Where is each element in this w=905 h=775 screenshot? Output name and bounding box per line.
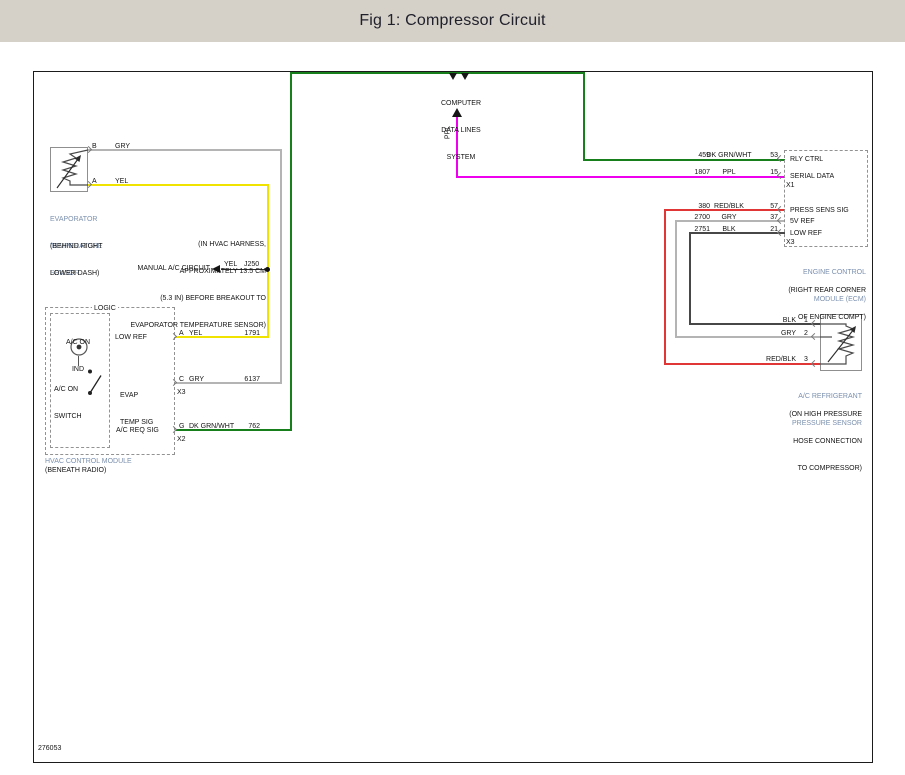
off-page-connector-down-icon	[449, 73, 457, 80]
wire-color-label: YEL	[115, 177, 128, 186]
connector-label: X2	[177, 435, 186, 444]
wire-dk-grn-wht-left-drop	[290, 72, 292, 431]
wire-color-label: RED/BLK	[704, 202, 754, 211]
figure-title: Fig 1: Compressor Circuit	[359, 12, 545, 30]
wire-gry-drop	[280, 149, 282, 384]
circuit-number: 380	[660, 202, 710, 211]
circuit-number: 762	[218, 422, 260, 431]
figure-code: 276053	[38, 744, 61, 753]
connector-label: X1	[786, 181, 795, 190]
signal-label: LOW REF	[790, 229, 822, 238]
signal-label: LOW REF	[115, 333, 147, 342]
circuit-number: 459	[660, 151, 710, 160]
wire-color-label: GRY	[704, 213, 754, 222]
manual-ac-circuit-label: MANUAL A/C CIRCUIT	[120, 264, 210, 273]
wire-dk-grn-wht-right-drop	[583, 72, 585, 161]
pin-number: 53	[756, 151, 778, 160]
label-line: A/C ON	[54, 385, 82, 394]
pin-number: 21	[756, 225, 778, 234]
off-page-connector-down-icon	[461, 73, 469, 80]
label-line: HOSE CONNECTION	[712, 437, 862, 446]
pin-number: 1	[804, 316, 808, 325]
label-line: (IN HVAC HARNESS,	[80, 240, 266, 249]
wire-color-label: BLK	[760, 316, 796, 325]
circuit-number: 2751	[660, 225, 710, 234]
computer-data-lines-label: COMPUTER DATA LINES SYSTEM	[421, 81, 501, 180]
ppl-wire-label: PPL	[444, 119, 453, 147]
signal-label: SERIAL DATA	[790, 172, 834, 181]
wire-blk-drop	[689, 232, 691, 325]
label-line: (RIGHT REAR CORNER	[716, 286, 866, 295]
hvac-module-location: (BENEATH RADIO)	[45, 466, 106, 475]
pin-letter: G	[179, 422, 184, 431]
wire-gry2-drop	[675, 220, 677, 338]
thermistor-symbol-icon	[50, 147, 88, 192]
label-line: TO COMPRESSOR)	[712, 464, 862, 473]
wire-color-label: PPL	[704, 168, 754, 177]
pin-number: 3	[804, 355, 808, 364]
pin-number: 57	[756, 202, 778, 211]
signal-label: A/C REQ SIG	[116, 426, 159, 435]
label-line: (5.3 IN) BEFORE BREAKOUT TO	[80, 294, 266, 303]
label-line: SWITCH	[54, 412, 82, 421]
ac-on-switch-label: A/C ON SWITCH	[54, 367, 82, 439]
label-line: A/C ON	[52, 338, 104, 347]
pin-letter: C	[179, 375, 184, 384]
circuit-number: 1807	[660, 168, 710, 177]
figure-page: Fig 1: Compressor Circuit	[0, 0, 905, 775]
figure-titlebar: Fig 1: Compressor Circuit	[0, 0, 905, 42]
splice-id-label: J250	[244, 260, 259, 269]
connector-label: X3	[786, 238, 795, 247]
pin-letter: B	[92, 142, 97, 151]
pin-number: 2	[804, 329, 808, 338]
label-line: DATA LINES	[421, 126, 501, 135]
wire-color-label: GRY	[760, 329, 796, 338]
signal-label: 5V REF	[790, 217, 815, 226]
logic-label: LOGIC	[92, 304, 118, 313]
wire-color-label: GRY	[189, 375, 204, 384]
label-line: COMPUTER	[421, 99, 501, 108]
wire-yel-drop	[267, 184, 269, 338]
wire-red-blk-sensor-stub	[664, 363, 820, 365]
pin-number: 37	[756, 213, 778, 222]
wire-color-label: BLK	[704, 225, 754, 234]
label-line: (ON HIGH PRESSURE	[712, 410, 862, 419]
label-line: EVAP	[120, 391, 153, 400]
wire-color-label: GRY	[115, 142, 130, 151]
pin-number: 15	[756, 168, 778, 177]
wire-dk-grn-wht-top-run	[290, 72, 585, 74]
wire-color-label: DK GRN/WHT	[704, 151, 754, 160]
circuit-number: 1791	[218, 329, 260, 338]
pin-letter: A	[179, 329, 184, 338]
connector-label: X3	[177, 388, 186, 397]
signal-label: PRESS SENS SIG	[790, 206, 849, 215]
label-line: SYSTEM	[421, 153, 501, 162]
hvac-module-name: HVAC CONTROL MODULE	[45, 457, 132, 466]
signal-label: RLY CTRL	[790, 155, 823, 164]
wire-color-label: RED/BLK	[752, 355, 796, 364]
wire-color-label: YEL	[189, 329, 202, 338]
pressure-sensor-location: (ON HIGH PRESSURE HOSE CONNECTION TO COM…	[712, 392, 862, 491]
circuit-number: 6137	[218, 375, 260, 384]
pin-letter: A	[92, 177, 97, 186]
circuit-number: 2700	[660, 213, 710, 222]
wire-color-label: YEL	[224, 260, 237, 269]
